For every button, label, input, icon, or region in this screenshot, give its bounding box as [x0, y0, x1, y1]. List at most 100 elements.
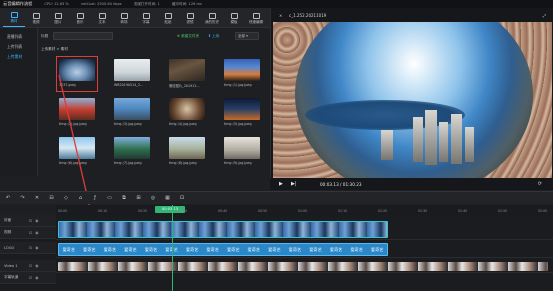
- toolbar-item[interactable]: 我的历史: [201, 9, 223, 27]
- video-clip[interactable]: [58, 221, 388, 238]
- playhead[interactable]: [172, 205, 173, 291]
- thumbnail-image: [59, 59, 95, 81]
- media-thumbnail[interactable]: timg (3).jpg.jpeg: [114, 98, 150, 128]
- play-icon[interactable]: ▶: [279, 181, 283, 187]
- new-folder-button[interactable]: ⊕ 新建文件夹: [177, 34, 199, 39]
- search-input[interactable]: [53, 32, 113, 40]
- sidebar-item[interactable]: 上传素材: [0, 52, 37, 62]
- logo-clip[interactable]: 爱奇艺 爱奇艺 爱奇艺 爱奇艺 爱奇艺 爱奇艺 爱奇艺 爱奇艺 爱奇艺 爱奇艺 爱奇艺 爱奇艺 爱奇艺 爱…: [58, 243, 388, 256]
- toolbar-item[interactable]: 图片: [47, 9, 69, 27]
- status-bar: 云音编辑作流程 CPU: 12.63 % netCost: 2500.64 kb…: [0, 0, 553, 8]
- template-icon: [230, 12, 238, 19]
- media-thumbnail[interactable]: timg (4).jpg.jpeg: [169, 98, 205, 128]
- thumbnail-image: [114, 59, 150, 81]
- fullscreen-icon[interactable]: ⤢: [543, 13, 546, 18]
- timeline-tool-icon[interactable]: ◎: [150, 195, 156, 201]
- close-icon[interactable]: ×: [279, 13, 282, 18]
- toolbar-item-label: 字幕: [142, 20, 150, 24]
- toolbar-item[interactable]: 快速编辑: [245, 9, 267, 27]
- thumbnail-caption: timg (3).jpg.jpeg: [114, 121, 142, 126]
- track-header-video1: Video 1 ⊡ ◉: [0, 260, 56, 272]
- thumbnail-caption: timg (2).jpg.jpeg: [59, 121, 87, 126]
- toolbar-item[interactable]: 视频: [25, 9, 47, 27]
- subtitle-icon: [142, 12, 150, 19]
- toolbar-item[interactable]: 文本: [91, 9, 113, 27]
- toolbar-item[interactable]: 转场: [113, 9, 135, 27]
- toolbar-item[interactable]: 字幕: [135, 9, 157, 27]
- preview-panel: × c_1.252.20211019 ⤢: [270, 8, 553, 190]
- timeline-tool-icon[interactable]: ▭: [107, 195, 113, 201]
- buffer-stat: 缓冲时间: 126 ms: [171, 1, 202, 6]
- thumbnail-image: [224, 98, 260, 120]
- eye-icon[interactable]: ◉: [35, 218, 38, 223]
- toolbar-item-label: 模板: [230, 20, 238, 24]
- timeline-tool-icon[interactable]: ⧉: [121, 195, 127, 201]
- lock-icon[interactable]: ⊡: [29, 275, 32, 280]
- lock-icon[interactable]: ⊡: [29, 218, 32, 223]
- lock-icon[interactable]: ⊡: [29, 230, 32, 235]
- media-thumbnail[interactable]: WB20190514_2...: [114, 59, 150, 89]
- next-frame-icon[interactable]: ▶|: [291, 181, 297, 187]
- timeline-tool-icon[interactable]: ◇: [63, 195, 69, 201]
- toolbar-item[interactable]: 模板: [223, 9, 245, 27]
- ruler-tick: 00:30: [178, 209, 188, 213]
- filter-select-value: 全部: [238, 34, 245, 38]
- media-thumbnail[interactable]: timg (8).jpg.jpeg: [169, 137, 205, 167]
- logo-tile: 爱奇艺: [144, 247, 158, 252]
- timeline-tool-icon[interactable]: ↷: [20, 195, 26, 201]
- toolbar-item[interactable]: 贴纸: [157, 9, 179, 27]
- media-thumbnail[interactable]: timg (5).jpg.jpeg: [224, 98, 260, 128]
- loop-icon[interactable]: ⟳: [538, 181, 542, 187]
- image-clip-strip[interactable]: [58, 262, 548, 271]
- history-icon: [208, 12, 216, 19]
- timeline-ruler[interactable]: 00:03.13 00:00 00:10 00:20 00:30 00:40 00:50 0…: [56, 205, 553, 215]
- toolbar-item[interactable]: 音乐: [69, 9, 91, 27]
- media-thumbnail[interactable]: timg (6).jpg.jpeg: [59, 137, 95, 167]
- preview-controls: ▶ ▶| 00:03.13 / 01:30.23 ⟳: [270, 178, 553, 190]
- track-lane-video: [56, 220, 553, 240]
- timeline-tool-icon[interactable]: ⊡: [179, 195, 185, 201]
- toolbar-item[interactable]: 素材: [3, 9, 25, 27]
- filter-select[interactable]: 全部 ▾: [235, 32, 259, 40]
- media-thumbnail[interactable]: 微信图片_201912...: [169, 59, 205, 89]
- sidebar-item[interactable]: 直播列表: [0, 32, 37, 42]
- toolbar-item[interactable]: 滤镜: [179, 9, 201, 27]
- thumbnail-caption: timg (7).jpg.jpeg: [114, 160, 142, 165]
- thumbnail-caption: timg (6).jpg.jpeg: [59, 160, 87, 165]
- media-thumbnail[interactable]: 1237.jpeg: [56, 56, 98, 92]
- eye-icon[interactable]: ◉: [35, 275, 38, 280]
- eye-icon[interactable]: ◉: [35, 245, 38, 250]
- thumbnail-caption: 1237.jpeg: [59, 82, 76, 87]
- track-header-subtitle: 字幕轨道 ⊡ ◉: [0, 272, 56, 284]
- timeline-tool-icon[interactable]: ⊟: [49, 195, 55, 201]
- ruler-tick: 01:00: [298, 209, 308, 213]
- lock-icon[interactable]: ⊡: [29, 263, 32, 268]
- timeline-tool-icon[interactable]: ⊞: [136, 195, 142, 201]
- eye-icon[interactable]: ◉: [35, 230, 38, 235]
- lock-icon[interactable]: ⊡: [29, 245, 32, 250]
- media-thumbnail[interactable]: timg (7).jpg.jpeg: [114, 137, 150, 167]
- sidebar-item[interactable]: 上传列表: [0, 42, 37, 52]
- timeline-tool-icon[interactable]: ƒ: [92, 195, 98, 201]
- media-thumbnail[interactable]: timg (9).jpg.jpeg: [224, 137, 260, 167]
- timeline-tool-icon[interactable]: ↶: [5, 195, 11, 201]
- timeline-tracks: 封面 ⊡ ◉ 视频 ⊡ ◉ LOGO ⊡ ◉ Video 1 ⊡ ◉ 字幕轨道 …: [0, 215, 553, 291]
- media-thumbnail[interactable]: timg (2).jpg.jpeg: [59, 98, 95, 128]
- thumbnail-image: [224, 137, 260, 159]
- preview-canvas[interactable]: [273, 22, 552, 180]
- cpu-stat: CPU: 12.63 %: [44, 2, 69, 6]
- timeline-tool-icon[interactable]: ✕: [34, 195, 40, 201]
- upload-button[interactable]: ⬆ 上传: [208, 34, 219, 39]
- timeline-tool-icon[interactable]: ▦: [165, 195, 171, 201]
- logo-tile: 爱奇艺: [62, 247, 76, 252]
- ruler-tick: 02:00: [538, 209, 548, 213]
- track-name: 字幕轨道: [4, 275, 19, 279]
- media-thumbnail[interactable]: timg (1).jpg.jpeg: [224, 59, 260, 89]
- search-row: 标题 ⊕ 新建文件夹 ⬆ 上传 全部 ▾: [39, 32, 270, 41]
- timeline-tool-icon[interactable]: ⌂: [78, 195, 84, 201]
- ruler-tick: 00:10: [98, 209, 108, 213]
- ruler-tick: 01:40: [458, 209, 468, 213]
- text-icon: [98, 12, 106, 19]
- eye-icon[interactable]: ◉: [35, 263, 38, 268]
- track-lane-logo: 爱奇艺 爱奇艺 爱奇艺 爱奇艺 爱奇艺 爱奇艺 爱奇艺 爱奇艺 爱奇艺 爱奇艺 爱奇艺 爱奇艺 爱奇艺 爱…: [56, 242, 553, 258]
